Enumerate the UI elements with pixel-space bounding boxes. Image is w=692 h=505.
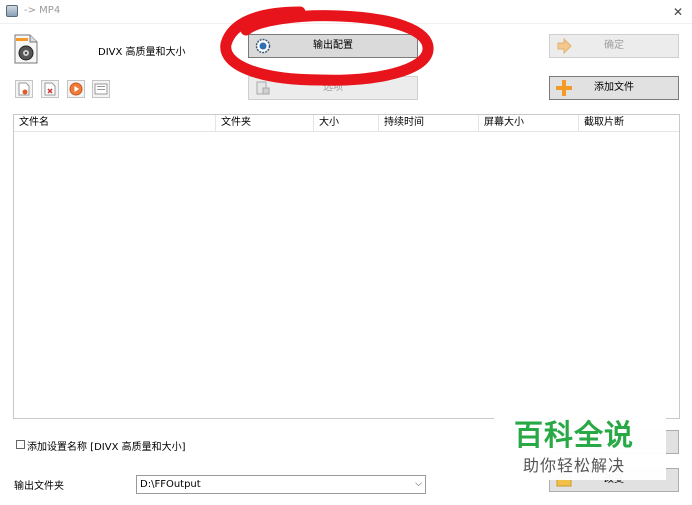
clear-list-icon	[44, 82, 56, 96]
play-icon	[69, 82, 83, 96]
watermark: 百科全说 助你轻松解决	[494, 408, 666, 480]
add-name-label: 添加设置名称 [DIVX 高质量和大小]	[27, 442, 186, 453]
column-header-folder[interactable]: 文件夹	[216, 115, 314, 132]
media-info-icon	[94, 83, 108, 95]
plus-icon	[556, 80, 572, 96]
title-bar	[0, 0, 692, 24]
column-header-filename[interactable]: 文件名	[14, 115, 216, 132]
watermark-main-text: 百科全说	[514, 418, 635, 452]
app-icon	[6, 5, 18, 17]
output-folder-label: 输出文件夹	[14, 481, 64, 492]
window-title: -> MP4	[24, 5, 61, 16]
output-config-label: 输出配置	[313, 40, 353, 51]
column-header-duration[interactable]: 持续时间	[379, 115, 479, 132]
output-config-button[interactable]: 输出配置	[248, 34, 418, 58]
file-list-header: 文件名 文件夹 大小 持续时间 屏幕大小 截取片断	[14, 115, 679, 132]
add-file-button[interactable]: 添加文件	[549, 76, 679, 100]
column-header-clip[interactable]: 截取片断	[579, 115, 679, 132]
ok-arrow-icon	[556, 37, 572, 55]
add-file-label: 添加文件	[594, 82, 634, 93]
close-icon: ✕	[672, 5, 684, 19]
column-header-screen-size[interactable]: 屏幕大小	[479, 115, 579, 132]
media-info-button[interactable]	[92, 80, 110, 98]
ok-button[interactable]: 确定	[549, 34, 679, 58]
add-name-checkbox[interactable]	[16, 440, 25, 449]
play-button[interactable]	[67, 80, 85, 98]
column-header-size[interactable]: 大小	[314, 115, 379, 132]
close-button[interactable]: ✕	[668, 2, 688, 22]
clear-list-button[interactable]	[41, 80, 59, 98]
options-icon	[255, 80, 271, 96]
preset-label: DIVX 高质量和大小	[98, 47, 186, 58]
watermark-sub-text: 助你轻松解决	[523, 456, 626, 475]
remove-file-icon	[18, 82, 30, 96]
video-file-icon	[13, 34, 39, 64]
options-label: 选项	[323, 82, 343, 93]
ok-label: 确定	[604, 40, 624, 51]
chevron-down-icon: ⌵	[415, 479, 422, 489]
output-folder-value: D:\FFOutput	[140, 479, 201, 490]
remove-file-button[interactable]	[15, 80, 33, 98]
output-folder-select[interactable]: D:\FFOutput ⌵	[136, 475, 426, 494]
file-list[interactable]: 文件名 文件夹 大小 持续时间 屏幕大小 截取片断	[13, 114, 680, 419]
options-button[interactable]: 选项	[248, 76, 418, 100]
config-gear-icon	[255, 38, 271, 54]
